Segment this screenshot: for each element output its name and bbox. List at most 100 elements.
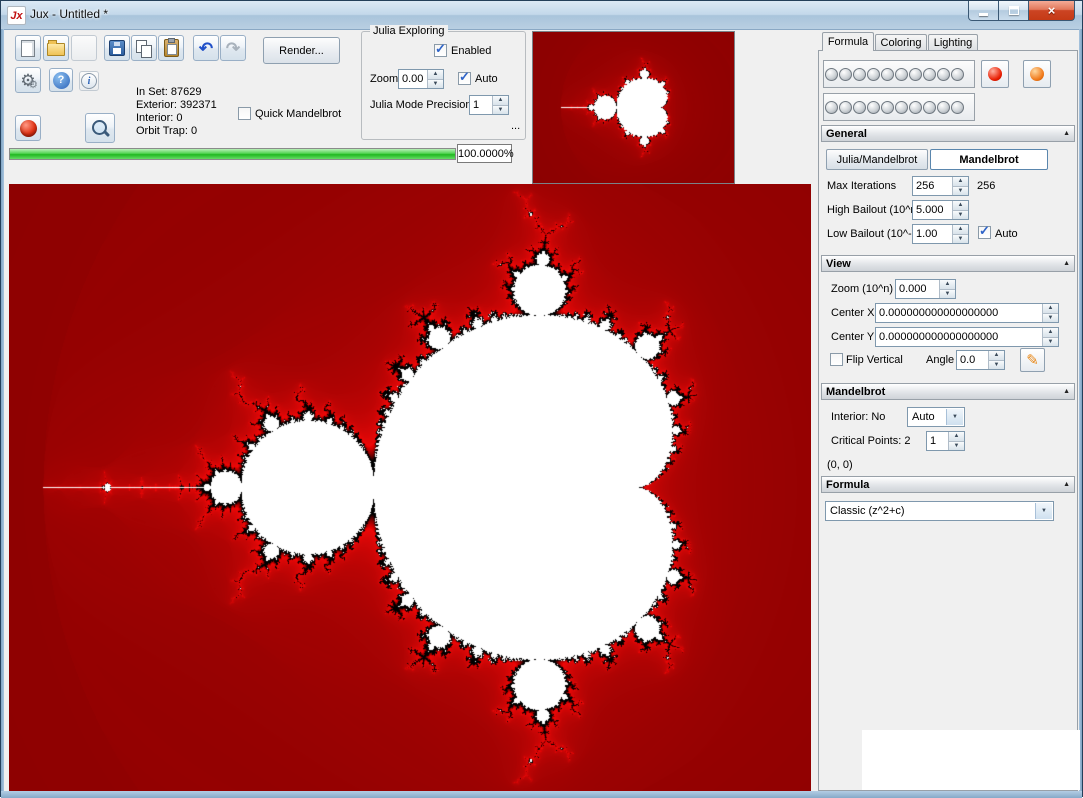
view-zoom-value[interactable]: 0.000	[896, 280, 939, 298]
collapse-arrow-icon[interactable]: ▲	[1063, 481, 1074, 488]
redo-button[interactable]: ↷	[220, 35, 246, 61]
palette-slot-button[interactable]	[825, 101, 838, 114]
info-button[interactable]: i	[79, 71, 99, 91]
spin-down-icon[interactable]: ▼	[953, 211, 968, 220]
high-bailout-value[interactable]: 5.000	[913, 201, 952, 219]
abort-button[interactable]	[15, 115, 41, 141]
collapse-arrow-icon[interactable]: ▲	[1063, 260, 1074, 267]
section-header-view[interactable]: View ▲	[821, 255, 1075, 272]
center-y-spinner[interactable]: 0.000000000000000000 ▲▼	[875, 327, 1059, 347]
julia-mandelbrot-button[interactable]: Julia/Mandelbrot	[826, 149, 928, 170]
spin-up-icon[interactable]: ▲	[1043, 328, 1058, 338]
preview-fractal-canvas[interactable]	[533, 32, 734, 183]
angle-spinner[interactable]: 0.0 ▲▼	[956, 350, 1005, 370]
titlebar[interactable]: Jx Jux - Untitled * ×	[1, 1, 1082, 30]
palette-action-button-1[interactable]	[981, 60, 1009, 88]
tab-coloring[interactable]: Coloring	[875, 34, 927, 51]
low-bailout-auto-checkbox[interactable]: ✓	[978, 226, 991, 239]
view-reset-button[interactable]: ✎	[1020, 348, 1045, 372]
critical-points-spinner[interactable]: 1 ▲▼	[926, 431, 965, 451]
spin-up-icon[interactable]: ▲	[953, 201, 968, 211]
spin-down-icon[interactable]: ▼	[1043, 338, 1058, 347]
center-x-value[interactable]: 0.000000000000000000	[876, 304, 1042, 322]
tab-lighting[interactable]: Lighting	[928, 34, 978, 51]
dropdown-arrow-icon[interactable]: ▼	[946, 409, 963, 425]
dropdown-arrow-icon[interactable]: ▼	[1035, 503, 1052, 519]
paste-button[interactable]	[158, 35, 184, 61]
palette-slot-button[interactable]	[881, 68, 894, 81]
palette-slot-button[interactable]	[923, 68, 936, 81]
spin-down-icon[interactable]: ▼	[493, 106, 508, 115]
spin-up-icon[interactable]: ▲	[989, 351, 1004, 361]
spin-down-icon[interactable]: ▼	[989, 361, 1004, 370]
palette-slot-button[interactable]	[867, 101, 880, 114]
spin-down-icon[interactable]: ▼	[1043, 314, 1058, 323]
render-button[interactable]: Render...	[263, 37, 340, 64]
palette-action-button-2[interactable]	[1023, 60, 1051, 88]
julia-precision-value[interactable]: 1	[470, 96, 492, 114]
spin-up-icon[interactable]: ▲	[1043, 304, 1058, 314]
collapse-arrow-icon[interactable]: ▲	[1063, 130, 1074, 137]
julia-precision-spinner[interactable]: 1 ▲▼	[469, 95, 509, 115]
spin-down-icon[interactable]: ▼	[428, 80, 443, 89]
julia-zoom-spinner[interactable]: 0.00 ▲▼	[398, 69, 444, 89]
collapse-arrow-icon[interactable]: ▲	[1063, 388, 1074, 395]
flip-vertical-checkbox[interactable]: ✓	[830, 353, 843, 366]
palette-slot-button[interactable]	[909, 68, 922, 81]
formula-dropdown-value[interactable]: Classic (z^2+c)	[826, 502, 1053, 517]
spin-up-icon[interactable]: ▲	[953, 225, 968, 235]
palette-slot-button[interactable]	[839, 68, 852, 81]
blank-button[interactable]	[71, 35, 97, 61]
minimize-button[interactable]	[968, 1, 999, 21]
main-fractal-canvas[interactable]	[9, 184, 811, 791]
palette-slot-button[interactable]	[867, 68, 880, 81]
high-bailout-spinner[interactable]: 5.000 ▲▼	[912, 200, 969, 220]
julia-zoom-value[interactable]: 0.00	[399, 70, 427, 88]
palette-slot-button[interactable]	[909, 101, 922, 114]
settings-button[interactable]: ⚙⚙	[15, 67, 41, 93]
formula-dropdown[interactable]: Classic (z^2+c) ▼	[825, 501, 1054, 521]
zoom-tool-button[interactable]	[85, 113, 115, 143]
save-button[interactable]	[104, 35, 130, 61]
open-button[interactable]	[43, 35, 69, 61]
center-x-spinner[interactable]: 0.000000000000000000 ▲▼	[875, 303, 1059, 323]
quick-mandelbrot-checkbox[interactable]: ✓	[238, 107, 251, 120]
maximize-button[interactable]	[998, 1, 1029, 21]
spin-up-icon[interactable]: ▲	[428, 70, 443, 80]
undo-button[interactable]: ↶	[193, 35, 219, 61]
palette-slot-button[interactable]	[923, 101, 936, 114]
more-options-label[interactable]: ...	[511, 120, 520, 132]
low-bailout-spinner[interactable]: 1.00 ▲▼	[912, 224, 969, 244]
palette-slot-button[interactable]	[951, 101, 964, 114]
spin-up-icon[interactable]: ▲	[949, 432, 964, 442]
view-zoom-spinner[interactable]: 0.000 ▲▼	[895, 279, 956, 299]
critical-points-value[interactable]: 1	[927, 432, 948, 450]
julia-enabled-checkbox[interactable]: ✓	[434, 44, 447, 57]
palette-slot-button[interactable]	[951, 68, 964, 81]
palette-slot-button[interactable]	[853, 101, 866, 114]
mandelbrot-mode-button[interactable]: Mandelbrot	[930, 149, 1048, 170]
tab-formula[interactable]: Formula	[822, 32, 874, 51]
spin-down-icon[interactable]: ▼	[953, 187, 968, 196]
help-button[interactable]: ?	[49, 68, 73, 92]
new-button[interactable]	[15, 35, 41, 61]
julia-zoom-auto-checkbox[interactable]: ✓	[458, 72, 471, 85]
max-iterations-spinner[interactable]: 256 ▲▼	[912, 176, 969, 196]
section-header-mandelbrot[interactable]: Mandelbrot ▲	[821, 383, 1075, 400]
max-iterations-value[interactable]: 256	[913, 177, 952, 195]
spin-up-icon[interactable]: ▲	[493, 96, 508, 106]
palette-slot-button[interactable]	[839, 101, 852, 114]
palette-slot-button[interactable]	[895, 101, 908, 114]
spin-up-icon[interactable]: ▲	[953, 177, 968, 187]
angle-value[interactable]: 0.0	[957, 351, 988, 369]
section-header-general[interactable]: General ▲	[821, 125, 1075, 142]
spin-down-icon[interactable]: ▼	[940, 290, 955, 299]
palette-slot-button[interactable]	[825, 68, 838, 81]
progress-percent-field[interactable]: 100.0000%	[457, 144, 512, 163]
copy-button[interactable]	[131, 35, 157, 61]
palette-slot-button[interactable]	[937, 68, 950, 81]
spin-down-icon[interactable]: ▼	[953, 235, 968, 244]
section-header-formula[interactable]: Formula ▲	[821, 476, 1075, 493]
spin-down-icon[interactable]: ▼	[949, 442, 964, 451]
palette-slot-button[interactable]	[853, 68, 866, 81]
